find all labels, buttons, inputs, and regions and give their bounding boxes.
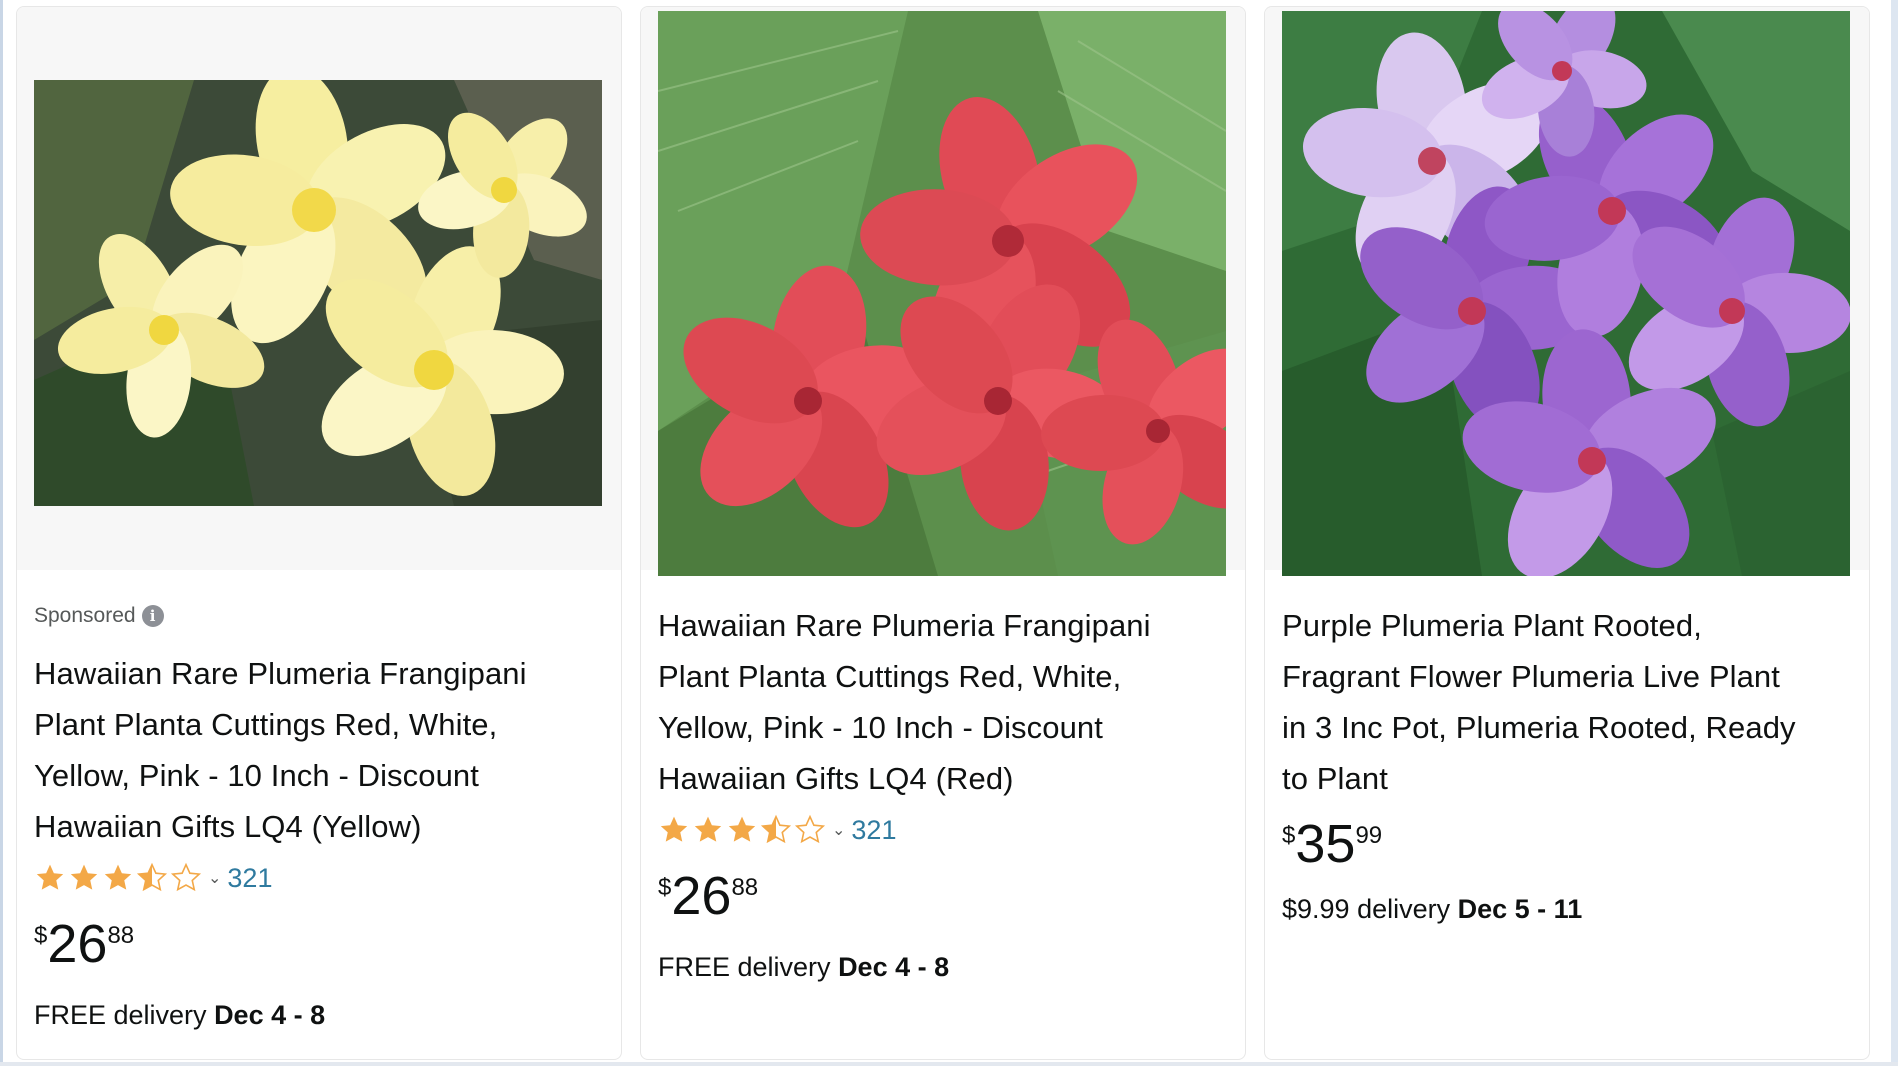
rating-row[interactable]: ⌄ 321 [658, 810, 1231, 850]
product-title-line: Purple Plumeria Plant Rooted, [1282, 608, 1702, 643]
star-empty-icon [794, 814, 826, 844]
purple-plumeria-image[interactable] [1282, 11, 1850, 576]
price-symbol: $ [658, 874, 672, 901]
star-empty-icon [170, 862, 202, 892]
product-title-line: Plant Planta Cuttings Red, White, [34, 707, 498, 742]
product-title[interactable]: Hawaiian Rare Plumeria Frangipani Plant … [658, 600, 1231, 804]
delivery-prefix: FREE delivery [658, 952, 831, 982]
price-whole: 35 [1295, 814, 1356, 874]
delivery-info: FREE delivery Dec 4 - 8 [658, 952, 1231, 983]
star-full-icon [660, 816, 688, 842]
info-icon[interactable]: i [141, 605, 164, 627]
product-title[interactable]: Hawaiian Rare Plumeria Frangipani Plant … [34, 648, 607, 852]
product-title-line: in 3 Inc Pot, Plumeria Rooted, Ready [1282, 710, 1796, 745]
product-title-line: Hawaiian Rare Plumeria Frangipani [34, 656, 527, 691]
rating-row[interactable]: ⌄ 321 [34, 858, 607, 898]
rating-count[interactable]: 321 [851, 815, 896, 846]
sponsored-label[interactable]: Sponsored i [34, 602, 607, 630]
delivery-prefix: $9.99 delivery [1282, 894, 1451, 924]
price-symbol: $ [34, 922, 48, 949]
star-full-icon [36, 864, 64, 890]
star-full-icon [104, 864, 132, 890]
delivery-prefix: FREE delivery [34, 1000, 207, 1030]
product-title-line: Hawaiian Gifts LQ4 (Yellow) [34, 809, 422, 844]
delivery-dates: Dec 4 - 8 [838, 952, 950, 982]
price: $ 26 88 [658, 868, 1231, 930]
star-half-icon [136, 862, 168, 892]
star-rating[interactable] [658, 814, 826, 846]
star-rating[interactable] [34, 862, 202, 894]
product-grid: Sponsored i Hawaiian Rare Plumeria Frang… [16, 6, 1880, 1060]
product-info: Sponsored i Hawaiian Rare Plumeria Frang… [34, 602, 607, 1031]
product-title-line: Yellow, Pink - 10 Inch - Discount [34, 758, 479, 793]
price: $ 26 88 [34, 916, 607, 978]
price-fraction: 88 [107, 922, 135, 949]
delivery-dates: Dec 4 - 8 [214, 1000, 326, 1030]
red-plumeria-image[interactable] [658, 11, 1226, 576]
star-half-icon [760, 814, 792, 844]
product-title-line: Fragrant Flower Plumeria Live Plant [1282, 659, 1780, 694]
price-fraction: 88 [731, 874, 759, 901]
product-title-line: Hawaiian Gifts LQ4 (Red) [658, 761, 1014, 796]
star-full-icon [728, 816, 756, 842]
product-card[interactable]: Purple Plumeria Plant Rooted, Fragrant F… [1264, 6, 1870, 1060]
frame-border-left [0, 0, 3, 1066]
chevron-down-icon[interactable]: ⌄ [208, 868, 221, 888]
price: $ 35 99 [1282, 816, 1855, 878]
product-title-line: Yellow, Pink - 10 Inch - Discount [658, 710, 1103, 745]
price-fraction: 99 [1355, 822, 1383, 849]
product-card[interactable]: Sponsored i Hawaiian Rare Plumeria Frang… [16, 6, 622, 1060]
sponsored-text: Sponsored [34, 604, 136, 627]
yellow-plumeria-image[interactable] [34, 80, 602, 506]
chevron-down-icon[interactable]: ⌄ [832, 820, 845, 840]
product-image-area[interactable] [641, 7, 1245, 576]
product-title-line: Plant Planta Cuttings Red, White, [658, 659, 1122, 694]
price-symbol: $ [1282, 822, 1296, 849]
product-title-line: to Plant [1282, 761, 1388, 796]
product-title[interactable]: Purple Plumeria Plant Rooted, Fragrant F… [1282, 600, 1855, 804]
price-whole: 26 [47, 914, 108, 974]
rating-count[interactable]: 321 [227, 863, 272, 894]
product-info: Hawaiian Rare Plumeria Frangipani Plant … [658, 600, 1231, 983]
star-full-icon [70, 864, 98, 890]
star-full-icon [694, 816, 722, 842]
frame-border-right [1891, 0, 1898, 1066]
product-image-area[interactable] [1265, 7, 1869, 576]
product-card[interactable]: Hawaiian Rare Plumeria Frangipani Plant … [640, 6, 1246, 1060]
delivery-dates: Dec 5 - 11 [1457, 894, 1583, 924]
delivery-info: $9.99 delivery Dec 5 - 11 [1282, 894, 1855, 925]
product-image-area[interactable] [17, 7, 621, 570]
delivery-info: FREE delivery Dec 4 - 8 [34, 1000, 607, 1031]
frame-border-bottom [0, 1062, 1898, 1066]
product-title-line: Hawaiian Rare Plumeria Frangipani [658, 608, 1151, 643]
product-info: Purple Plumeria Plant Rooted, Fragrant F… [1282, 600, 1855, 925]
price-whole: 26 [671, 866, 732, 926]
